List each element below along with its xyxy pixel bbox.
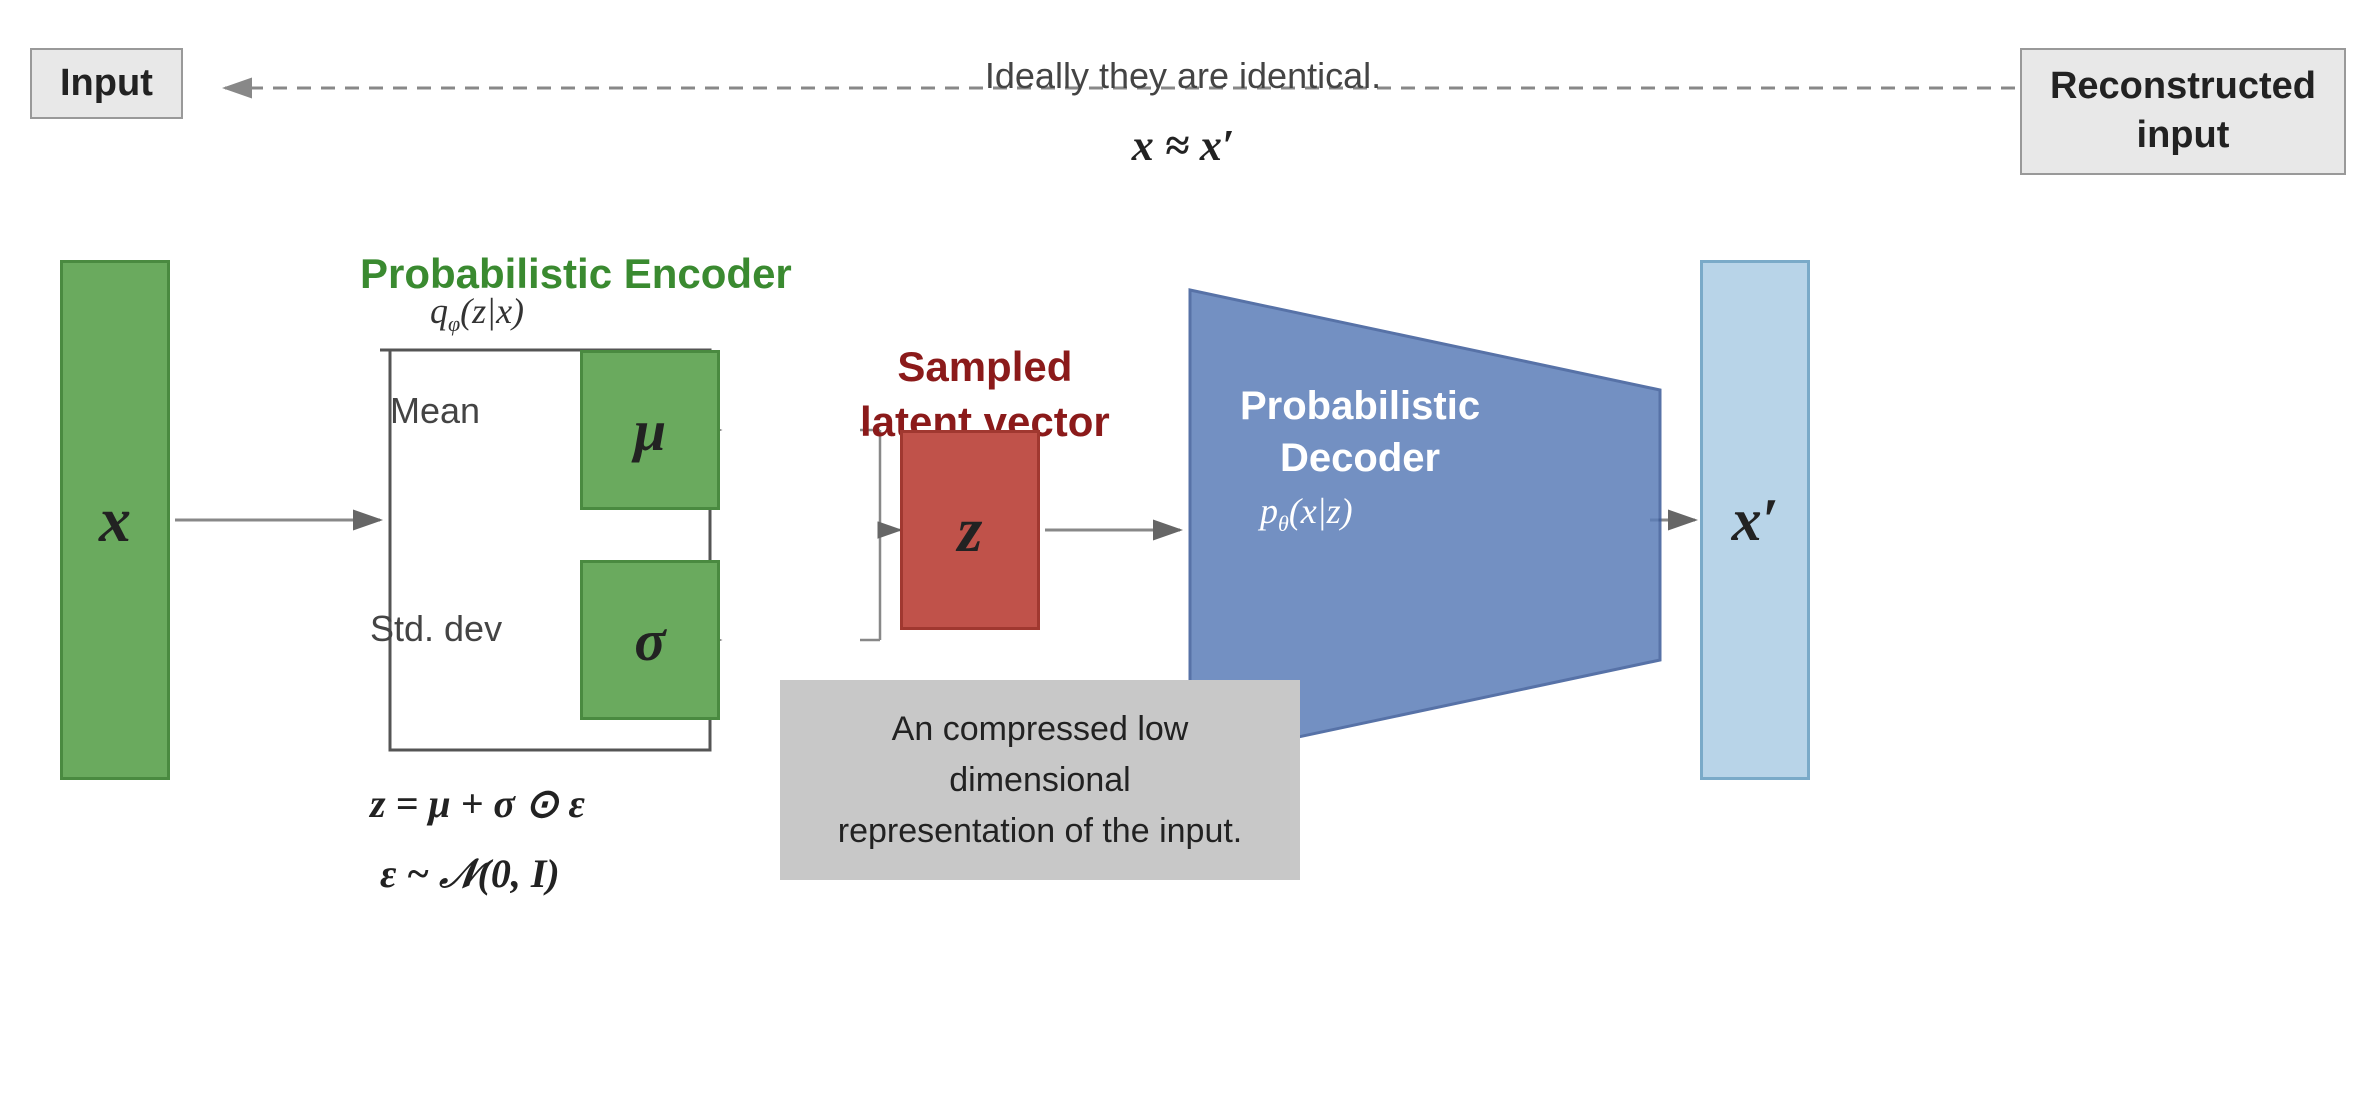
mu-symbol: μ <box>634 397 666 464</box>
z-equation: z = μ + σ ⊙ ε <box>370 780 585 827</box>
encoder-formula: qφ(z|x) <box>430 290 524 337</box>
sigma-rect: σ <box>580 560 720 720</box>
ideal-text-content: Ideally they are identical. <box>985 55 1381 96</box>
z-rect: z <box>900 430 1040 630</box>
encoder-formula-text: qφ(z|x) <box>430 291 524 331</box>
input-label-text: Input <box>60 62 153 104</box>
top-equation-text: x ≈ x′ <box>1132 121 1235 170</box>
sigma-symbol: σ <box>634 607 665 674</box>
top-equation: x ≈ x′ <box>1132 120 1235 171</box>
decoder-formula-text: pθ(x|z) <box>1260 491 1353 531</box>
z-equation-text: z = μ + σ ⊙ ε <box>370 781 585 826</box>
diagram-container: Input Reconstructed input Ideally they a… <box>0 0 2366 1096</box>
output-rect: x′ <box>1700 260 1810 780</box>
mean-text: Mean <box>390 390 480 431</box>
mu-rect: μ <box>580 350 720 510</box>
prob-decoder-text: ProbabilisticDecoder <box>1240 384 1480 480</box>
reconstructed-label-text: Reconstructed input <box>2050 65 2316 156</box>
prob-encoder-label: Probabilistic Encoder <box>360 250 792 298</box>
epsilon-equation: ε ~ 𝒩(0, I) <box>380 850 560 897</box>
z-symbol: z <box>958 493 983 567</box>
callout-box: An compressed low dimensional representa… <box>780 680 1300 880</box>
callout-text: An compressed low dimensional representa… <box>800 704 1280 857</box>
decoder-formula: pθ(x|z) <box>1260 490 1353 537</box>
input-label: Input <box>30 48 183 119</box>
ideal-text: Ideally they are identical. <box>985 55 1381 97</box>
epsilon-equation-text: ε ~ 𝒩(0, I) <box>380 851 560 896</box>
prob-encoder-text: Probabilistic Encoder <box>360 250 792 297</box>
input-rect: x <box>60 260 170 780</box>
input-symbol: x <box>99 483 131 557</box>
prob-decoder-label: ProbabilisticDecoder <box>1240 380 1480 485</box>
stddev-label: Std. dev <box>370 608 502 650</box>
stddev-text: Std. dev <box>370 608 502 649</box>
output-symbol: x′ <box>1732 486 1779 555</box>
mean-label: Mean <box>390 390 480 432</box>
reconstructed-label: Reconstructed input <box>2020 48 2346 175</box>
